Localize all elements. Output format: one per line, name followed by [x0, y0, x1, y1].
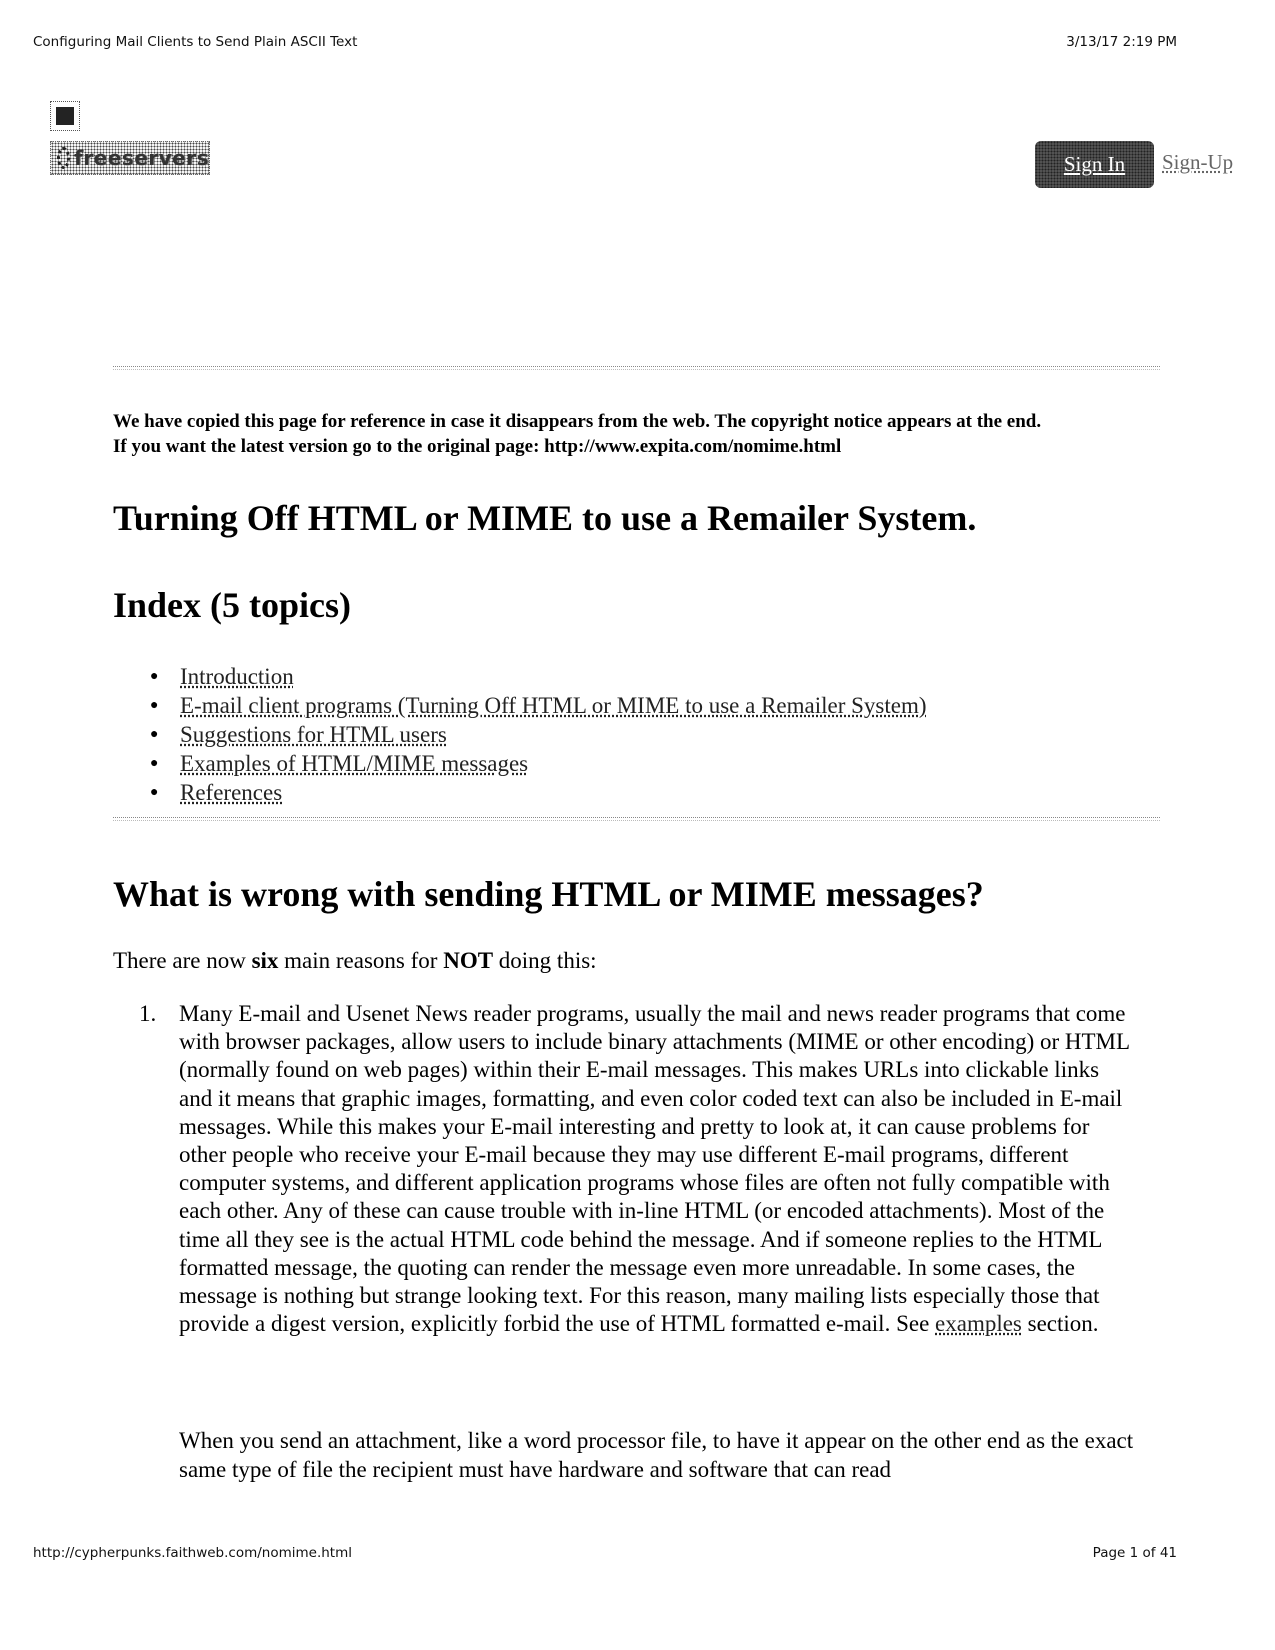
copy-notice-line-2: If you want the latest version go to the…	[113, 435, 842, 457]
reason-number: 1.	[139, 1001, 157, 1026]
freeservers-swirl-icon	[57, 147, 71, 169]
index-link-references[interactable]: References	[180, 780, 282, 805]
page-title: Turning Off HTML or MIME to use a Remail…	[113, 498, 977, 538]
attachment-paragraph: When you send an attachment, like a word…	[179, 1428, 1134, 1482]
section-intro: There are now six main reasons for NOT d…	[113, 948, 597, 974]
index-item: Suggestions for HTML users	[150, 720, 927, 749]
print-footer-page: Page 1 of 41	[1092, 1545, 1177, 1561]
print-header-datetime: 3/13/17 2:19 PM	[1066, 34, 1177, 50]
divider	[113, 817, 1160, 821]
sign-up-link[interactable]: Sign-Up	[1162, 150, 1233, 175]
intro-text: main reasons for	[278, 948, 444, 973]
copy-notice-line-1: We have copied this page for reference i…	[113, 411, 1042, 432]
examples-link[interactable]: examples	[935, 1311, 1022, 1336]
freeservers-logo-text: freeservers	[74, 146, 209, 170]
print-footer-url: http://cypherpunks.faithweb.com/nomime.h…	[33, 1545, 353, 1561]
index-link-examples[interactable]: Examples of HTML/MIME messages	[180, 751, 528, 776]
index-item: References	[150, 778, 927, 807]
index-link-suggestions[interactable]: Suggestions for HTML users	[180, 722, 447, 747]
intro-bold-not: NOT	[443, 948, 494, 973]
section-heading: What is wrong with sending HTML or MIME …	[113, 874, 984, 914]
freeservers-logo[interactable]: freeservers	[50, 141, 210, 175]
intro-text: There are now	[113, 948, 252, 973]
reason-text-part: section.	[1021, 1311, 1099, 1337]
divider	[113, 366, 1160, 370]
index-item: E-mail client programs (Turning Off HTML…	[150, 691, 927, 720]
print-header-title: Configuring Mail Clients to Send Plain A…	[33, 34, 358, 50]
index-item: Examples of HTML/MIME messages	[150, 749, 927, 778]
intro-text: doing this:	[493, 948, 597, 973]
reason-text: Many E-mail and Usenet News reader progr…	[179, 1000, 1134, 1338]
reason-text-part: Many E-mail and Usenet News reader progr…	[179, 1001, 1130, 1337]
index-item: Introduction	[150, 662, 927, 691]
intro-bold-six: six	[251, 948, 279, 973]
index-list: Introduction E-mail client programs (Tur…	[150, 662, 927, 807]
copy-notice: We have copied this page for reference i…	[113, 410, 1173, 459]
index-link-introduction[interactable]: Introduction	[180, 664, 294, 689]
sign-in-button[interactable]: Sign In	[1035, 141, 1154, 188]
reason-item: 1. Many E-mail and Usenet News reader pr…	[139, 1000, 1134, 1338]
broken-image-icon	[50, 101, 80, 131]
index-link-email-client-programs[interactable]: E-mail client programs (Turning Off HTML…	[180, 693, 927, 718]
index-heading: Index (5 topics)	[113, 585, 352, 625]
